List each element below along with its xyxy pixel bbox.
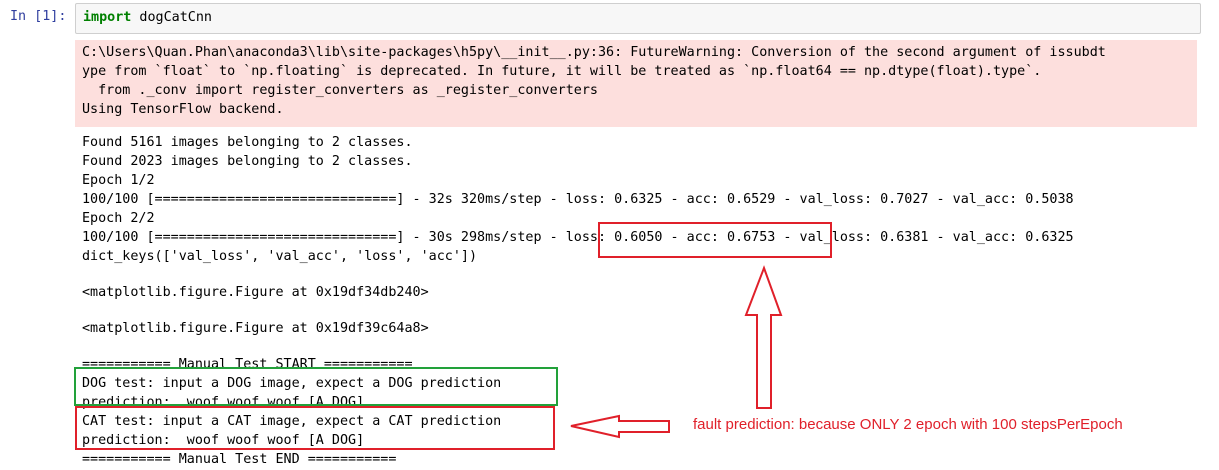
annotation-arrows (570, 265, 783, 439)
fault-prediction-note: fault prediction: because ONLY 2 epoch w… (693, 416, 1123, 433)
up-arrow-icon (744, 265, 783, 409)
left-arrow-icon (570, 414, 670, 439)
